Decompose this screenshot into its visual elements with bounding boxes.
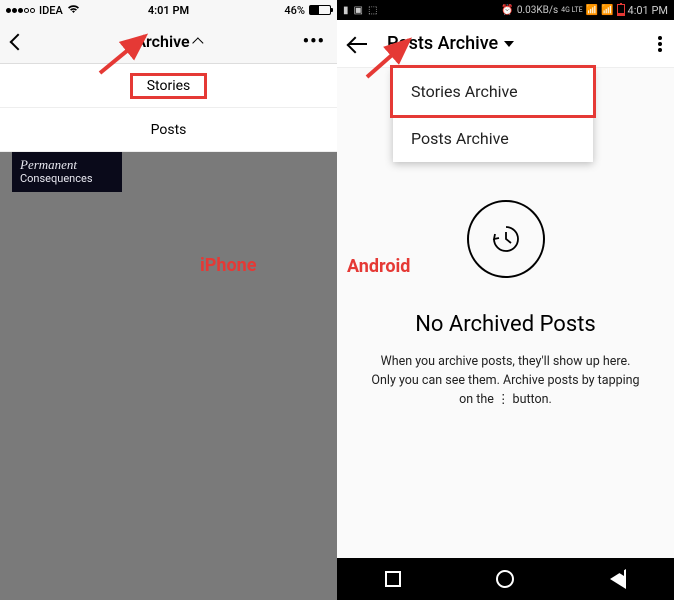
signal-icon: 📶 [586, 5, 598, 16]
wifi-icon [67, 4, 80, 17]
thumbnail-text-1: Permanent [20, 158, 114, 173]
battery-percent: 46% [284, 4, 305, 17]
status-time: 4:01 PM [628, 4, 668, 17]
highlight-box: Stories [130, 73, 208, 99]
android-status-bar: ▮ ▣ ⬚ ⏰ 0.03KB/s 4G LTE 📶 📶 4:01 PM [337, 0, 674, 20]
back-button[interactable] [349, 43, 367, 45]
archive-dropdown-toggle[interactable]: Archive [135, 32, 201, 51]
triangle-down-icon [504, 41, 514, 47]
archive-dropdown-toggle[interactable]: Posts Archive [387, 33, 514, 54]
nav-title: Archive [135, 32, 189, 51]
signal-icon-2: 📶 [601, 5, 613, 16]
menu-item-posts[interactable]: Posts [0, 108, 337, 152]
android-screenshot: ▮ ▣ ⬚ ⏰ 0.03KB/s 4G LTE 📶 📶 4:01 PM Post… [337, 0, 674, 600]
home-button[interactable] [496, 570, 514, 588]
empty-state: No Archived Posts When you archive posts… [337, 200, 674, 409]
ios-nav-bar: Archive ••• [0, 20, 337, 64]
battery-icon [309, 5, 331, 15]
status-time: 4:01 PM [148, 4, 189, 17]
back-button[interactable] [12, 36, 24, 48]
annotation-android: Android [347, 256, 410, 277]
alarm-icon: ⏰ [501, 5, 513, 16]
archive-type-menu: Stories Archive Posts Archive [393, 68, 593, 162]
nav-title: Posts Archive [387, 33, 498, 54]
thumbnail-text-2: Consequences [20, 173, 114, 186]
image-icon: ▣ [354, 5, 363, 16]
notification-icon: ⬚ [368, 5, 377, 16]
menu-item-label: Posts Archive [411, 129, 509, 148]
more-button[interactable] [658, 36, 662, 52]
menu-item-stories-archive[interactable]: Stories Archive [390, 65, 596, 118]
data-speed: 0.03KB/s [517, 5, 558, 16]
battery-icon [617, 4, 625, 16]
carrier-label: IDEA [39, 4, 63, 17]
recents-button[interactable] [385, 571, 401, 587]
empty-heading: No Archived Posts [415, 312, 596, 337]
annotation-iphone: iPhone [200, 255, 256, 276]
lte-label: 4G LTE [561, 6, 582, 14]
battery-charge-icon: ▮ [343, 5, 349, 16]
menu-item-label: Posts [151, 122, 187, 138]
arrow-left-icon [349, 43, 367, 45]
android-soft-nav [337, 558, 674, 600]
empty-body: When you archive posts, they'll show up … [367, 353, 644, 409]
signal-icon [6, 8, 35, 13]
menu-item-label: Stories [147, 78, 191, 94]
android-nav-bar: Posts Archive [337, 20, 674, 68]
menu-item-posts-archive[interactable]: Posts Archive [393, 115, 593, 162]
chevron-left-icon [10, 33, 27, 50]
ios-status-bar: IDEA 4:01 PM 46% [0, 0, 337, 20]
back-button[interactable] [610, 569, 626, 589]
history-icon [467, 200, 545, 278]
menu-item-label: Stories Archive [411, 82, 518, 101]
iphone-screenshot: IDEA 4:01 PM 46% Archive ••• Stories Pos… [0, 0, 337, 600]
back-triangle-icon [610, 569, 626, 589]
more-button[interactable]: ••• [303, 31, 325, 52]
menu-item-stories[interactable]: Stories [0, 64, 337, 108]
story-thumbnail[interactable]: Permanent Consequences [12, 152, 122, 192]
archive-type-menu: Stories Posts [0, 64, 337, 152]
chevron-up-icon [192, 37, 203, 48]
